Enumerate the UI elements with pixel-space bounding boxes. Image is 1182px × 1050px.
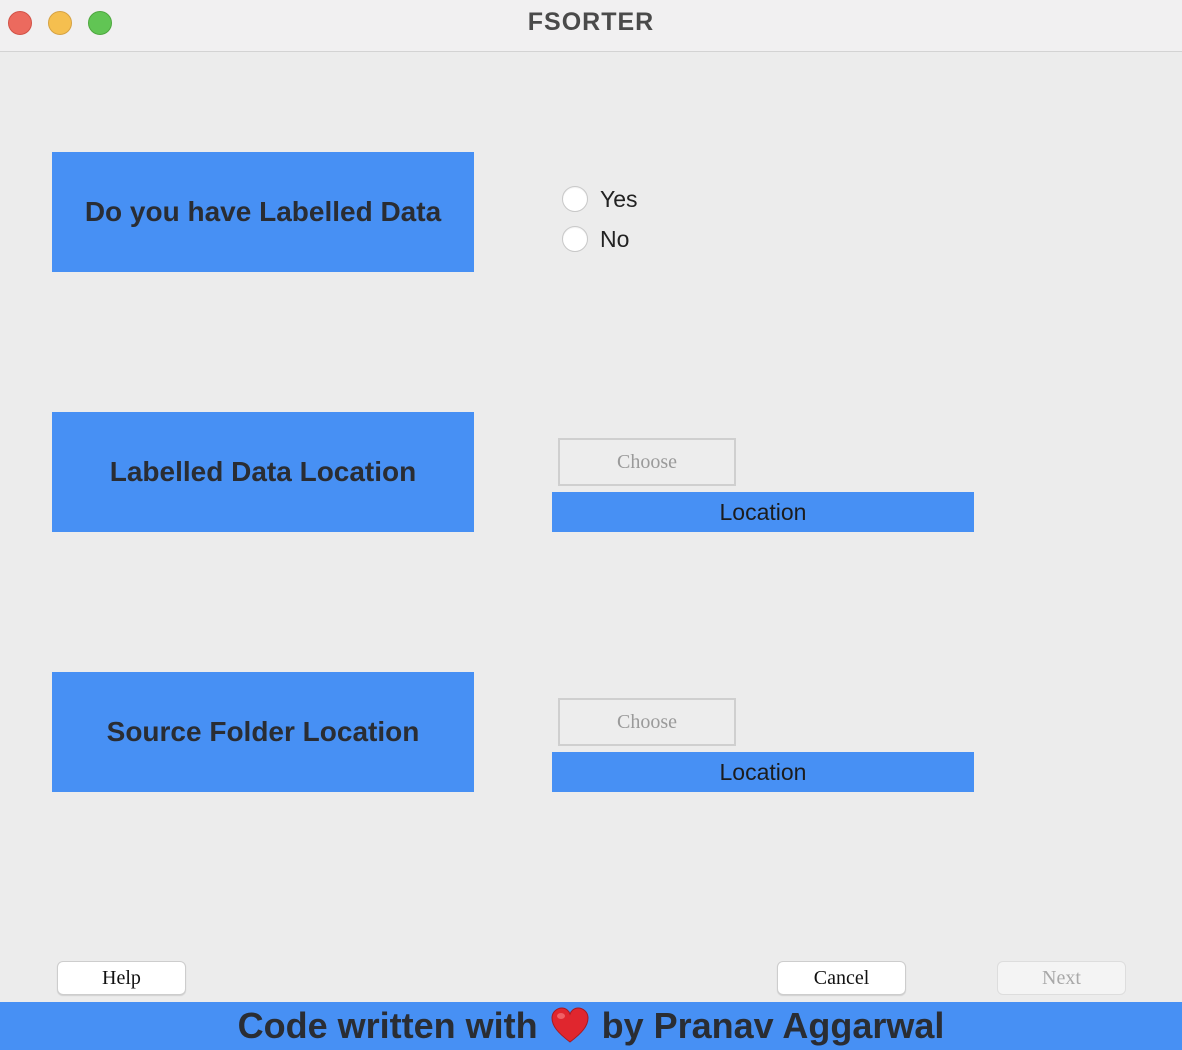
- footer-suffix: by Pranav Aggarwal: [601, 1005, 945, 1046]
- labelled-data-choose-button[interactable]: Choose: [558, 438, 736, 486]
- window-title: FSORTER: [527, 8, 655, 36]
- labelled-data-location-label: Labelled Data Location: [52, 412, 474, 532]
- source-folder-location-label: Source Folder Location: [52, 672, 474, 792]
- title-bar: FSORTER: [0, 0, 1182, 52]
- radio-yes-row[interactable]: Yes: [562, 184, 638, 214]
- radio-yes[interactable]: [562, 186, 588, 212]
- source-folder-choose-button[interactable]: Choose: [558, 698, 736, 746]
- footer-prefix: Code written with: [237, 1005, 538, 1046]
- radio-no-label[interactable]: No: [600, 226, 629, 253]
- radio-no-row[interactable]: No: [562, 224, 629, 254]
- source-folder-location-display: Location: [552, 752, 974, 792]
- cancel-button[interactable]: Cancel: [777, 961, 906, 995]
- app-window: FSORTER Do you have Labelled Data Yes No…: [0, 0, 1182, 1050]
- footer-credit: Code written with by Pranav Aggarwal: [0, 1002, 1182, 1050]
- heart-icon: [550, 1006, 590, 1046]
- help-button[interactable]: Help: [57, 961, 186, 995]
- radio-yes-label[interactable]: Yes: [600, 186, 638, 213]
- labelled-data-question-label: Do you have Labelled Data: [52, 152, 474, 272]
- radio-no[interactable]: [562, 226, 588, 252]
- labelled-data-location-display: Location: [552, 492, 974, 532]
- next-button[interactable]: Next: [997, 961, 1126, 995]
